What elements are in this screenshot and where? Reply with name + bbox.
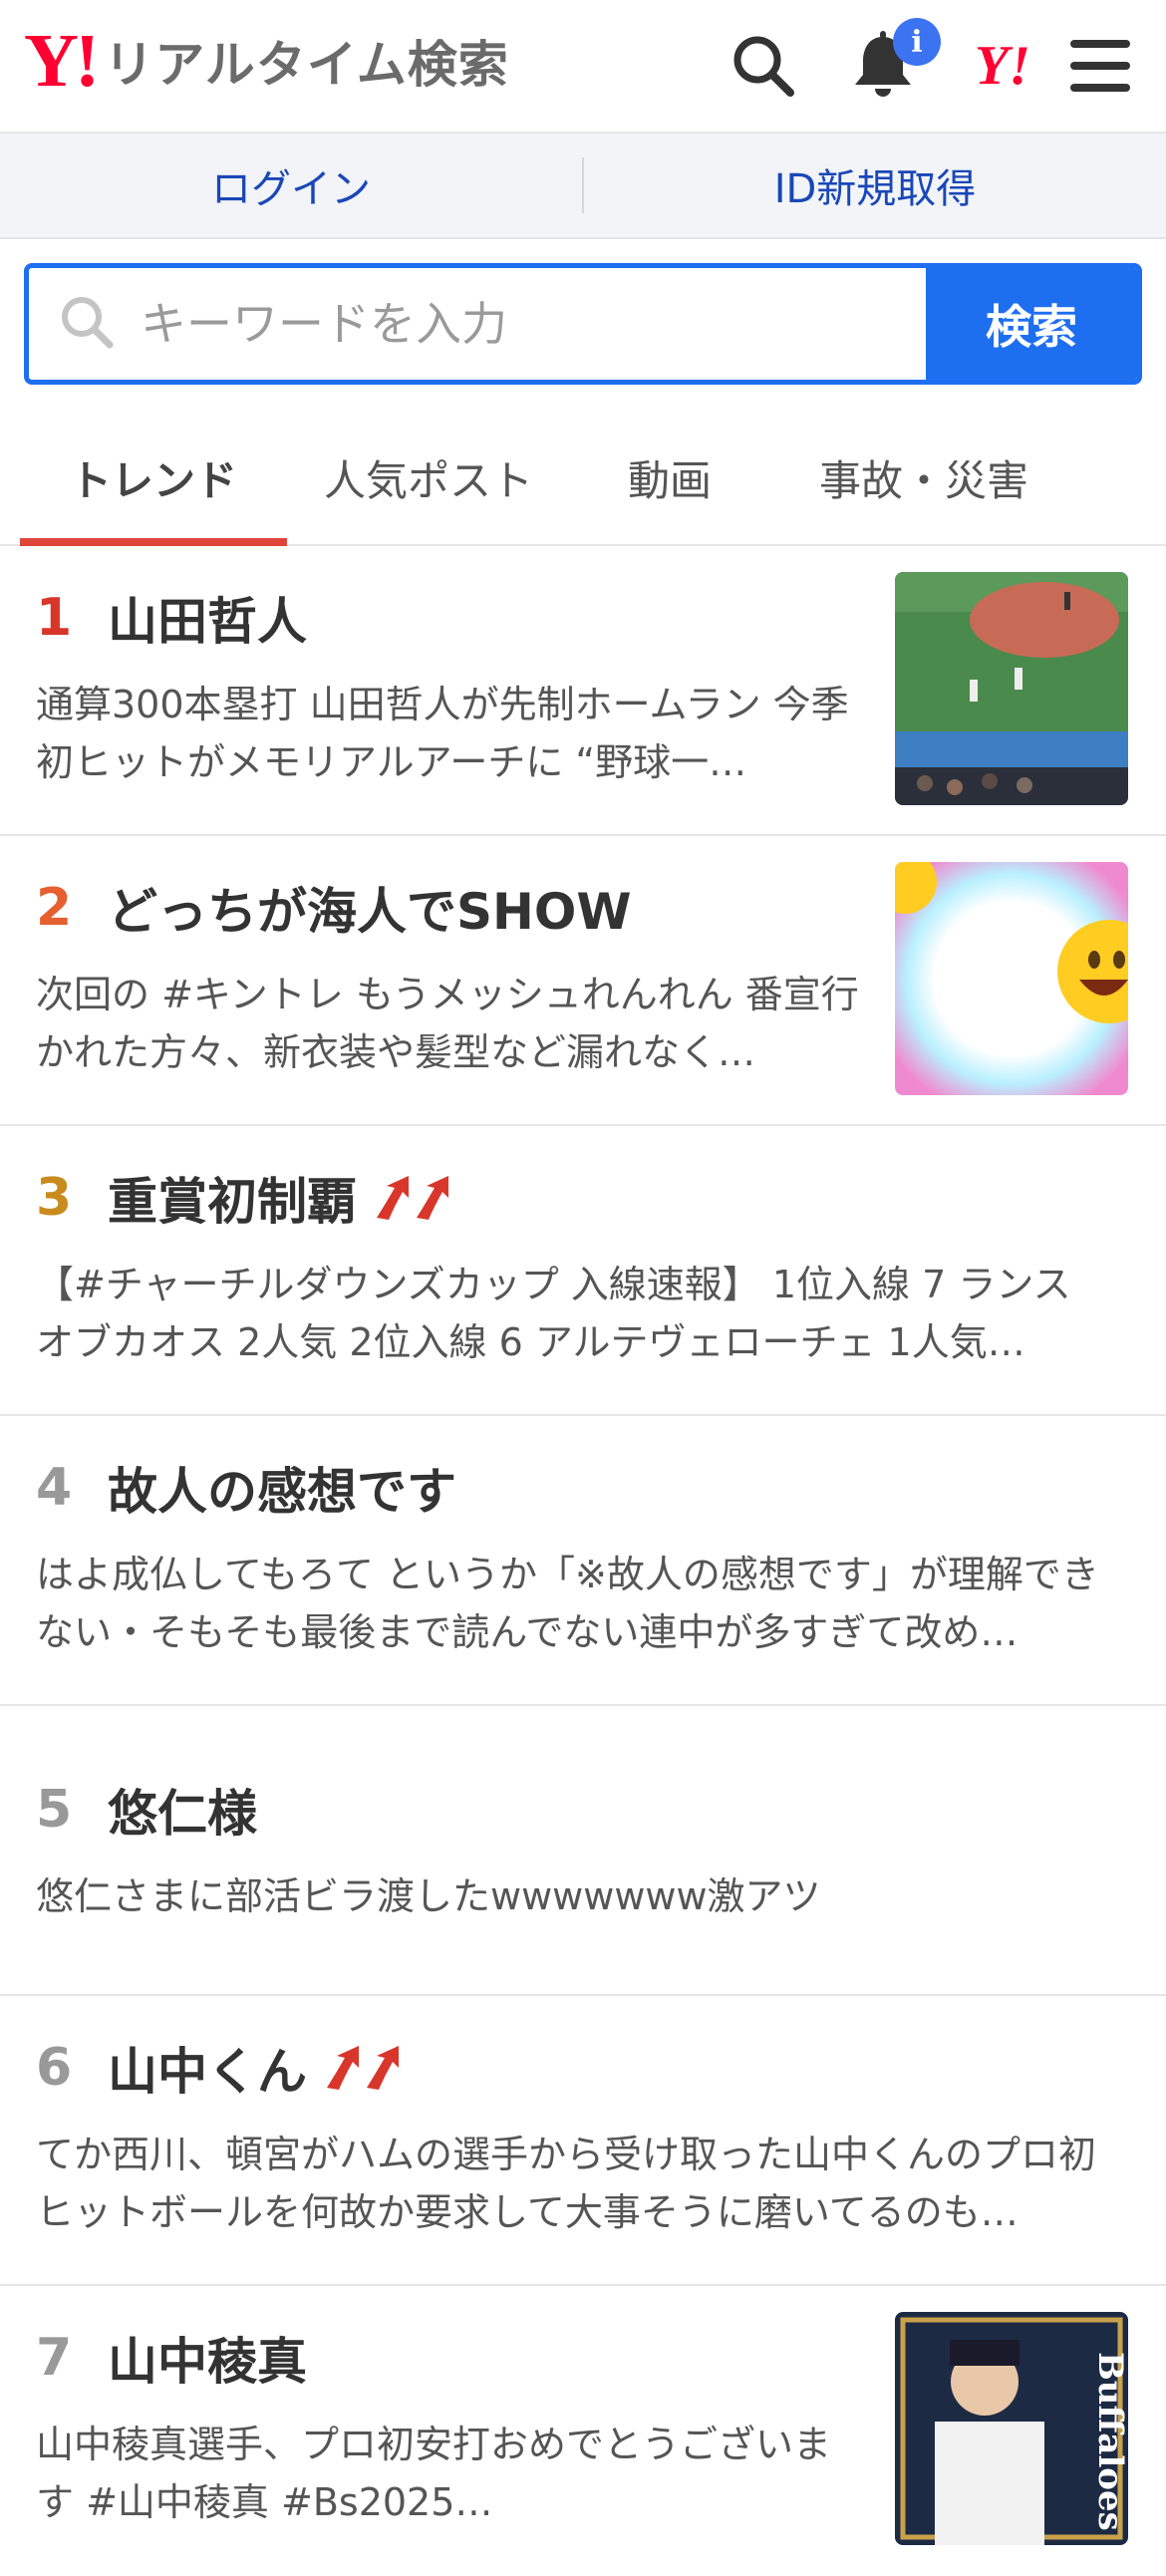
trend-rank: 5 bbox=[36, 1780, 73, 1840]
trend-description: 悠仁さまに部活ビラ渡したwwwwwww激アツ bbox=[36, 1874, 821, 1918]
trend-description: てか西川、頓宮がハムの選手から受け取った山中くんのプロ初ヒットボールを何故か要求… bbox=[36, 2133, 1097, 2234]
trend-thumbnail[interactable] bbox=[895, 572, 1128, 805]
rising-arrows-icon bbox=[373, 1174, 456, 1222]
trend-item[interactable]: 1 山田哲人 通算300本塁打 山田哲人が先制ホームラン 今季初ヒットがメモリア… bbox=[0, 546, 1166, 836]
trend-rank: 2 bbox=[36, 878, 73, 938]
notification-bell-icon[interactable]: i bbox=[843, 18, 941, 106]
trend-rank: 3 bbox=[36, 1168, 73, 1228]
yahoo-logo-mark: Y! bbox=[24, 19, 100, 103]
trend-title: 山中稜真 bbox=[108, 2333, 307, 2391]
trend-title: 山中くん bbox=[108, 2043, 307, 2101]
trend-rank: 4 bbox=[36, 1458, 73, 1518]
yahoo-japan-icon[interactable]: Y! bbox=[963, 26, 1042, 106]
trend-item[interactable]: 4 故人の感想です はよ成仏してもろて というか「※故人の感想です」が理解できな… bbox=[0, 1416, 1166, 1706]
category-tabs: トレンド 人気ポスト 動画 事故・災害 bbox=[0, 411, 1166, 546]
yahoo-realtime-logo[interactable]: Y! リアルタイム検索 bbox=[24, 19, 509, 103]
tab-accidents-disasters[interactable]: 事故・災害 bbox=[769, 411, 1078, 544]
trend-item[interactable]: 7 山中稜真 山中稜真選手、プロ初安打おめでとうございます #山中稜真 #Bs2… bbox=[0, 2286, 1166, 2576]
register-link[interactable]: ID新規取得 bbox=[584, 156, 1166, 214]
trend-description: 通算300本塁打 山田哲人が先制ホームラン 今季初ヒットがメモリアルアーチに “… bbox=[36, 683, 849, 784]
search-input[interactable] bbox=[139, 296, 840, 352]
trend-item[interactable]: 5 悠仁様 悠仁さまに部活ビラ渡したwwwwwww激アツ bbox=[0, 1706, 1166, 1996]
trend-title: 山田哲人 bbox=[108, 593, 307, 651]
trend-rank: 1 bbox=[36, 588, 73, 648]
login-link[interactable]: ログイン bbox=[0, 156, 582, 214]
trend-title: 故人の感想です bbox=[108, 1463, 456, 1521]
trend-thumbnail[interactable] bbox=[895, 862, 1128, 1095]
trend-description: はよ成仏してもろて というか「※故人の感想です」が理解できない・そもそも最後まで… bbox=[36, 1553, 1099, 1654]
tab-videos[interactable]: 動画 bbox=[570, 411, 769, 544]
trend-item[interactable]: 2 どっちが海人でSHOW 次回の #キントレ もうメッシュれんれん 番宣行かれ… bbox=[0, 836, 1166, 1126]
trend-description: 山中稜真選手、プロ初安打おめでとうございます #山中稜真 #Bs2025… bbox=[36, 2423, 832, 2524]
trend-title: 悠仁様 bbox=[108, 1785, 257, 1843]
trend-rank: 6 bbox=[36, 2038, 73, 2098]
search-icon[interactable] bbox=[724, 26, 803, 106]
card-team-text: Buffaloes bbox=[1090, 2352, 1128, 2531]
trend-list: 1 山田哲人 通算300本塁打 山田哲人が先制ホームラン 今季初ヒットがメモリア… bbox=[0, 546, 1166, 2576]
trend-title: 重賞初制覇 bbox=[108, 1173, 357, 1231]
search-field-icon bbox=[59, 294, 115, 354]
trend-thumbnail[interactable]: Buffaloes bbox=[895, 2312, 1128, 2545]
trend-item[interactable]: 3 重賞初制覇 【#チャーチルダウンズカップ 入線速報】 1位入線 7 ランスオ… bbox=[0, 1126, 1166, 1416]
search-field[interactable] bbox=[29, 268, 926, 380]
search-box: 検索 bbox=[24, 263, 1142, 385]
trend-rank: 7 bbox=[36, 2328, 73, 2388]
trend-description: 次回の #キントレ もうメッシュれんれん 番宣行かれた方々、新衣装や髪型など漏れ… bbox=[36, 973, 859, 1074]
trend-title: どっちが海人でSHOW bbox=[108, 883, 632, 941]
app-header: Y! リアルタイム検索 i Y! bbox=[0, 0, 1166, 134]
logo-title: リアルタイム検索 bbox=[104, 36, 509, 94]
tab-trend[interactable]: トレンド bbox=[20, 411, 287, 546]
notification-badge: i bbox=[893, 18, 941, 66]
tab-popular-posts[interactable]: 人気ポスト bbox=[287, 411, 570, 544]
trend-description: 【#チャーチルダウンズカップ 入線速報】 1位入線 7 ランスオブカオス 2人気… bbox=[36, 1263, 1071, 1364]
hamburger-menu-icon[interactable] bbox=[1060, 26, 1140, 106]
login-bar: ログイン ID新規取得 bbox=[0, 134, 1166, 239]
search-button[interactable]: 検索 bbox=[926, 268, 1137, 380]
rising-arrows-icon bbox=[323, 2044, 407, 2092]
trend-item[interactable]: 6 山中くん てか西川、頓宮がハムの選手から受け取った山中くんのプロ初ヒットボー… bbox=[0, 1996, 1166, 2286]
